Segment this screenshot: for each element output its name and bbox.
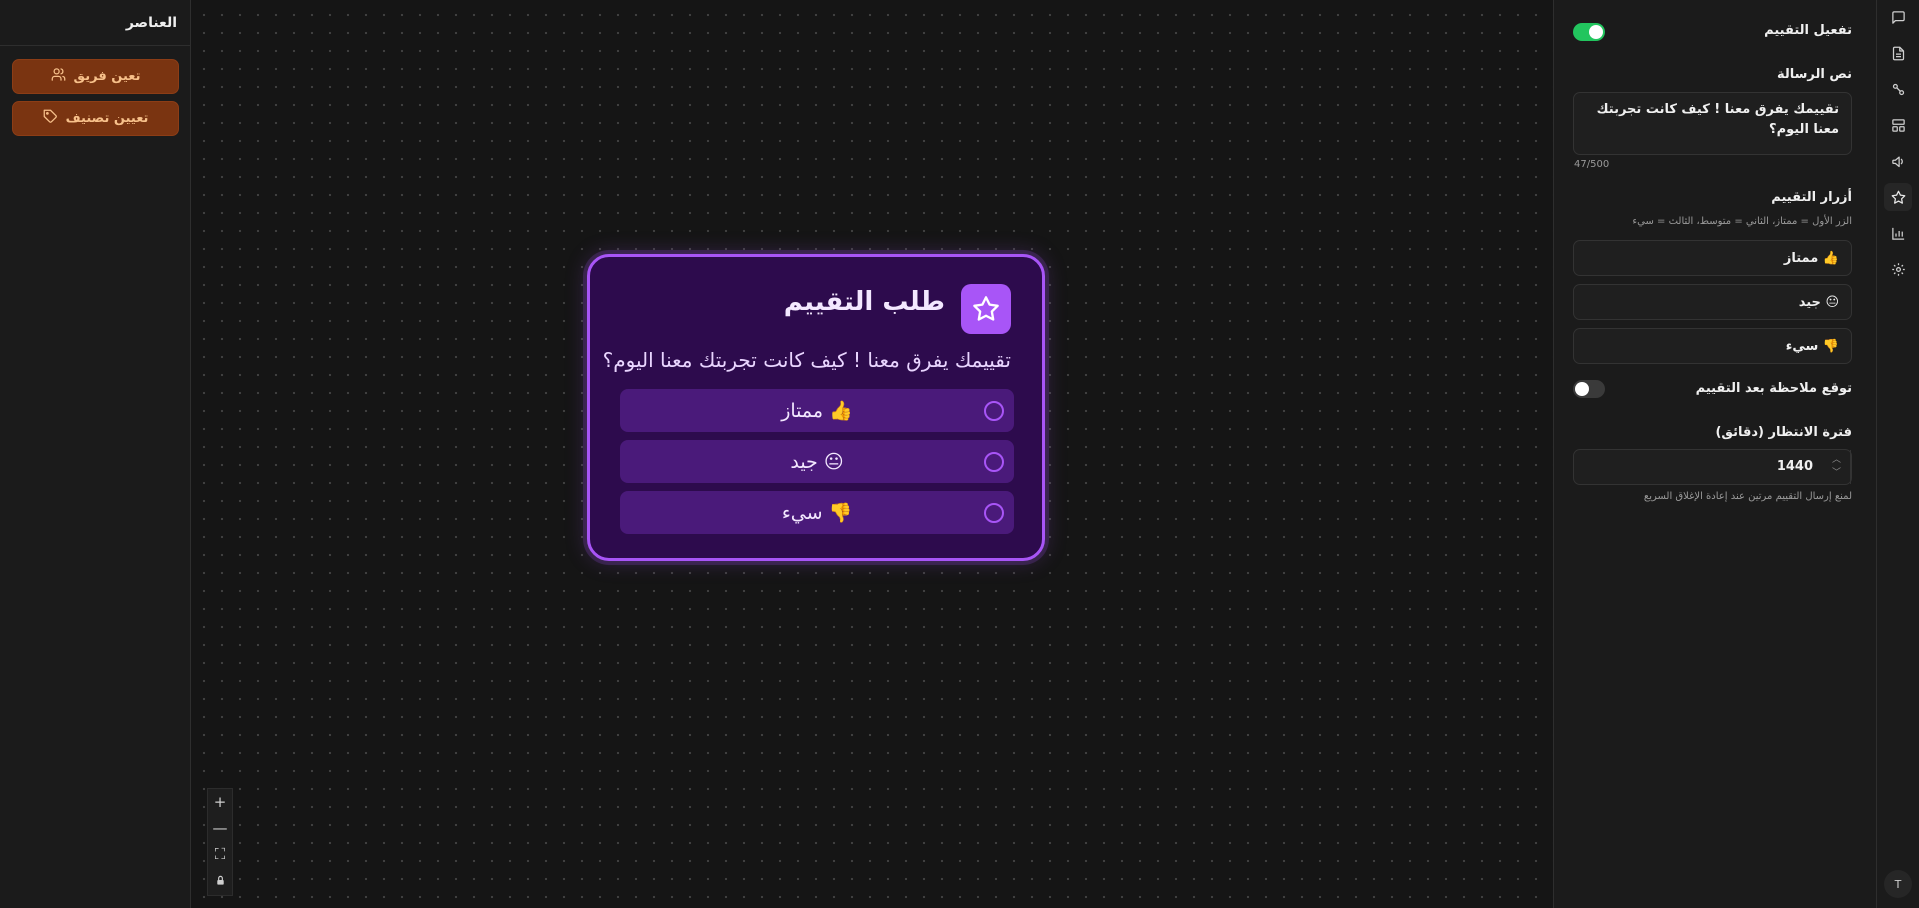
- option-label: 😐 جيد: [790, 450, 844, 473]
- properties-panel: تفعيل التقييم نص الرسالة تقييمك يفرق معن…: [1553, 0, 1877, 908]
- zoom-in-button[interactable]: +: [208, 789, 232, 815]
- tag-icon: [43, 109, 58, 128]
- wait-period-value: 1440: [1776, 459, 1813, 474]
- chevron-up-icon[interactable]: ︿: [1832, 454, 1841, 467]
- node-message: تقييمك يفرق معنا ! كيف كانت تجربتك معنا …: [602, 348, 1011, 372]
- char-counter: 47/500: [1574, 159, 1610, 170]
- wait-period-hint: لمنع إرسال التقييم مرتين عند إعادة الإغل…: [1643, 491, 1852, 502]
- message-textarea[interactable]: تقييمك يفرق معنا ! كيف كانت تجربتك معنا …: [1573, 92, 1852, 155]
- settings-icon[interactable]: [1888, 259, 1908, 279]
- message-square-icon[interactable]: [1888, 7, 1908, 27]
- lock-button[interactable]: [208, 867, 232, 893]
- node-option-good[interactable]: 😐 جيد: [620, 440, 1014, 483]
- star-icon: [961, 284, 1011, 334]
- node-title: طلب التقييم: [783, 287, 945, 317]
- button-input-bad[interactable]: 👎 سيء: [1573, 328, 1852, 364]
- flow-canvas[interactable]: طلب التقييم تقييمك يفرق معنا ! كيف كانت …: [191, 0, 1553, 908]
- enable-rating-label: تفعيل التقييم: [1764, 23, 1852, 38]
- layout-icon[interactable]: [1888, 115, 1908, 135]
- rating-request-node[interactable]: طلب التقييم تقييمك يفرق معنا ! كيف كانت …: [587, 254, 1045, 561]
- users-icon: [51, 67, 66, 86]
- number-stepper[interactable]: ︿ ﹀: [1823, 450, 1851, 484]
- elements-panel-title: العناصر: [0, 0, 190, 46]
- element-label: تعيين تصنيف: [65, 111, 149, 126]
- avatar[interactable]: T: [1884, 870, 1912, 898]
- fit-view-button[interactable]: ⛶: [208, 841, 232, 867]
- node-option-bad[interactable]: 👎 سيء: [620, 491, 1014, 534]
- zoom-controls: + — ⛶: [207, 788, 233, 896]
- expect-note-label: توقع ملاحظة بعد التقييم: [1695, 381, 1852, 396]
- option-label: 👎 سيء: [781, 502, 853, 524]
- workflow-icon[interactable]: [1888, 79, 1908, 99]
- star-icon[interactable]: [1884, 183, 1912, 211]
- bar-chart-icon[interactable]: [1888, 223, 1908, 243]
- rating-buttons-label: أزرار التقييم: [1771, 190, 1852, 205]
- node-option-excellent[interactable]: 👍 ممتاز: [620, 389, 1014, 432]
- megaphone-icon[interactable]: [1888, 151, 1908, 171]
- toggle-knob: [1589, 25, 1603, 39]
- button-input-excellent[interactable]: 👍 ممتاز: [1573, 240, 1852, 276]
- file-text-icon[interactable]: [1888, 43, 1908, 63]
- enable-rating-toggle[interactable]: [1573, 23, 1605, 41]
- option-handle[interactable]: [984, 452, 1004, 472]
- element-assign-tag[interactable]: تعيين تصنيف: [12, 101, 179, 136]
- wait-period-input[interactable]: ︿ ﹀ 1440: [1573, 449, 1852, 485]
- chevron-down-icon[interactable]: ﹀: [1832, 467, 1841, 480]
- zoom-out-button[interactable]: —: [208, 815, 232, 841]
- option-handle[interactable]: [984, 401, 1004, 421]
- element-label: تعين فريق: [73, 69, 141, 84]
- rating-buttons-hint: الزر الأول = ممتاز، الثاني = متوسط، الثا…: [1632, 216, 1852, 227]
- expect-note-toggle[interactable]: [1573, 380, 1605, 398]
- toggle-knob: [1575, 382, 1589, 396]
- element-assign-team[interactable]: تعين فريق: [12, 59, 179, 94]
- message-text-label: نص الرسالة: [1777, 67, 1852, 82]
- option-handle[interactable]: [984, 503, 1004, 523]
- lock-icon: [216, 875, 224, 885]
- wait-period-label: فترة الانتظار (دقائق): [1715, 425, 1852, 440]
- icon-rail: T: [1877, 0, 1919, 908]
- button-input-good[interactable]: 😐 جيد: [1573, 284, 1852, 320]
- option-label: 👍 ممتاز: [781, 400, 853, 422]
- elements-panel: العناصر تعين فريق تعيين تصنيف: [0, 0, 191, 908]
